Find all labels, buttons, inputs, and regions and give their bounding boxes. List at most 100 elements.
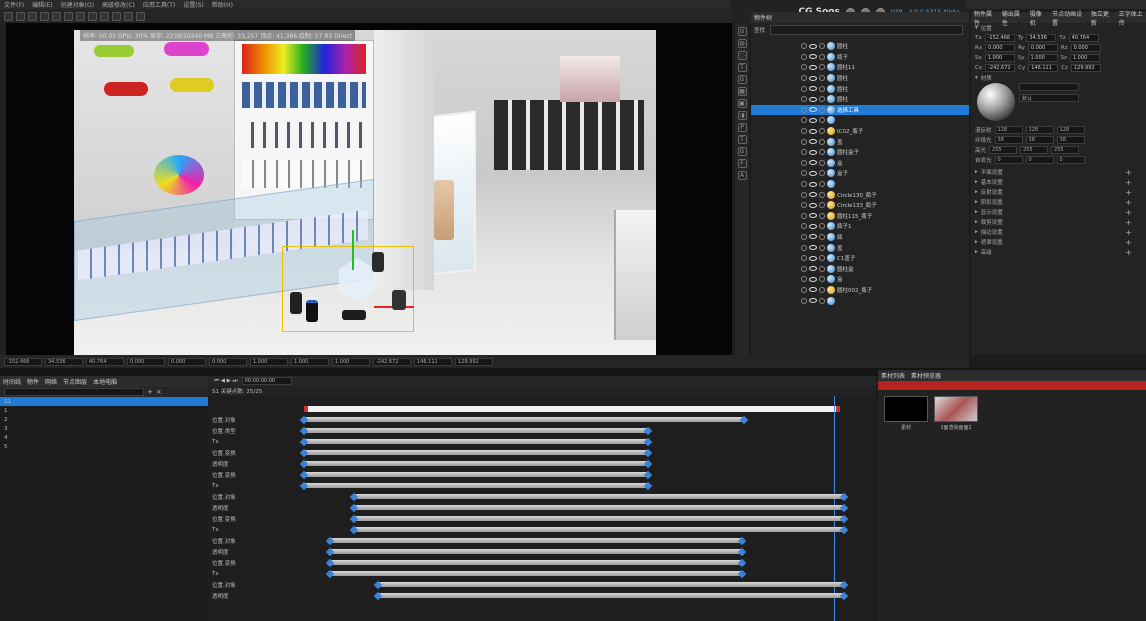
keyframe-bar[interactable] bbox=[354, 505, 844, 510]
eye-icon[interactable] bbox=[809, 234, 817, 240]
tree-row[interactable]: 圆柱 bbox=[751, 73, 969, 84]
transform-field[interactable]: 0.000 bbox=[127, 357, 165, 366]
pos-field[interactable]: 1.000 bbox=[984, 54, 1015, 62]
tool-icon-13[interactable]: A bbox=[737, 171, 747, 180]
eye-icon[interactable] bbox=[809, 266, 817, 272]
props-tab-3[interactable]: 节点动画设置 bbox=[1052, 9, 1085, 27]
property-group[interactable]: ▸ 裁剪设置 + bbox=[971, 217, 1146, 227]
rotate-tool-icon[interactable] bbox=[28, 11, 37, 21]
transform-field[interactable]: 40.764 bbox=[86, 357, 124, 366]
tool-icon-4[interactable]: T bbox=[737, 63, 747, 72]
transform-field[interactable]: 34.536 bbox=[45, 357, 83, 366]
property-group[interactable]: ▸ 阴影设置 + bbox=[971, 197, 1146, 207]
visibility-dot-icon[interactable] bbox=[801, 149, 807, 156]
pos-field[interactable]: -242.672 bbox=[985, 64, 1016, 72]
property-group[interactable]: ▸ 遮罩设置 + bbox=[971, 237, 1146, 247]
color-field[interactable]: 38 bbox=[994, 136, 1023, 144]
visibility-dot-icon[interactable] bbox=[801, 244, 807, 251]
lock-icon[interactable] bbox=[819, 117, 825, 124]
lock-icon[interactable] bbox=[819, 96, 825, 103]
tool-icon-11[interactable]: G bbox=[737, 147, 747, 156]
transform-field[interactable]: 0.000 bbox=[209, 357, 247, 366]
eye-icon[interactable] bbox=[809, 117, 817, 123]
tool-icon-10[interactable]: T bbox=[737, 135, 747, 144]
eye-icon[interactable] bbox=[809, 96, 817, 102]
color-field[interactable]: 0 bbox=[1056, 156, 1085, 164]
lock-icon[interactable] bbox=[819, 75, 825, 82]
timeline-tab-2[interactable]: 网络 bbox=[45, 377, 57, 386]
property-group[interactable]: ▸ 描边设置 + bbox=[971, 227, 1146, 237]
eye-icon[interactable] bbox=[809, 255, 817, 261]
menu-item-0[interactable]: 文件(F) bbox=[4, 0, 24, 9]
lock-icon[interactable] bbox=[819, 159, 825, 166]
lock-icon[interactable] bbox=[819, 276, 825, 283]
visibility-dot-icon[interactable] bbox=[801, 255, 807, 262]
transform-field[interactable]: 0.000 bbox=[168, 357, 206, 366]
visibility-dot-icon[interactable] bbox=[801, 286, 807, 293]
tree-row[interactable]: 圆柱115_瓶子 bbox=[751, 211, 969, 222]
visibility-dot-icon[interactable] bbox=[801, 128, 807, 135]
keyframe-bar[interactable] bbox=[330, 571, 742, 576]
tree-row[interactable]: 圆柱盒子 bbox=[751, 147, 969, 158]
lock-icon[interactable] bbox=[819, 138, 825, 145]
tree-row[interactable]: Circle133_瓶子 bbox=[751, 200, 969, 211]
visibility-dot-icon[interactable] bbox=[801, 138, 807, 145]
object-search-input[interactable] bbox=[770, 25, 963, 35]
lock-icon[interactable] bbox=[819, 181, 825, 188]
tree-row[interactable]: 瓶 bbox=[751, 232, 969, 243]
keyframe-bar[interactable] bbox=[304, 450, 648, 455]
eye-icon[interactable] bbox=[809, 245, 817, 251]
property-group[interactable]: ▸ 基本设置 + bbox=[971, 177, 1146, 187]
pos-field[interactable]: 0.000 bbox=[1070, 44, 1101, 52]
transform-field[interactable]: -242.672 bbox=[373, 357, 411, 366]
keyframe-bar[interactable] bbox=[354, 527, 844, 532]
tool-icon-1[interactable]: ⊙ bbox=[737, 27, 747, 36]
eye-icon[interactable] bbox=[809, 86, 817, 92]
tool-icon-5[interactable]: G bbox=[737, 75, 747, 84]
menu-item-1[interactable]: 编辑(E) bbox=[32, 0, 52, 9]
tree-row[interactable]: 盒 bbox=[751, 274, 969, 285]
lock-icon[interactable] bbox=[819, 212, 825, 219]
keyframe-bar[interactable] bbox=[304, 483, 648, 488]
pos-field[interactable]: 40.764 bbox=[1068, 34, 1099, 42]
visibility-dot-icon[interactable] bbox=[801, 212, 807, 219]
material-name-field[interactable] bbox=[1019, 83, 1079, 91]
property-group[interactable]: ▸ 反射设置 + bbox=[971, 187, 1146, 197]
tool-icon-6[interactable]: ▦ bbox=[737, 87, 747, 96]
lock-icon[interactable] bbox=[819, 286, 825, 293]
menu-item-5[interactable]: 设置(S) bbox=[183, 0, 204, 9]
tree-row[interactable]: C1盖子 bbox=[751, 253, 969, 264]
tree-row[interactable]: 圆柱11 bbox=[751, 62, 969, 73]
pos-field[interactable]: 1.000 bbox=[1027, 54, 1058, 62]
visibility-dot-icon[interactable] bbox=[801, 202, 807, 209]
tree-row[interactable] bbox=[751, 115, 969, 126]
timeline-tab-0[interactable]: 时间线 bbox=[3, 377, 21, 386]
visibility-dot-icon[interactable] bbox=[801, 191, 807, 198]
lock-icon[interactable] bbox=[819, 297, 825, 304]
visibility-dot-icon[interactable] bbox=[801, 43, 807, 50]
visibility-dot-icon[interactable] bbox=[801, 297, 807, 304]
material-section[interactable]: ▾ 材质 bbox=[971, 73, 1146, 83]
property-group[interactable]: ▸ 高级 + bbox=[971, 247, 1146, 257]
transform-field[interactable]: -152.466 bbox=[4, 357, 42, 366]
viewport-scene[interactable] bbox=[74, 30, 656, 355]
range-bar[interactable] bbox=[304, 406, 840, 412]
tree-row[interactable]: 圆柱 bbox=[751, 83, 969, 94]
tree-row[interactable]: 瓶子 bbox=[751, 52, 969, 63]
color-field[interactable]: 38 bbox=[1025, 136, 1054, 144]
lock-icon[interactable] bbox=[819, 149, 825, 156]
redo-icon[interactable] bbox=[112, 11, 121, 21]
color-field[interactable]: 128 bbox=[1056, 126, 1085, 134]
tool-icon-9[interactable]: P bbox=[737, 123, 747, 132]
select-tool-icon[interactable] bbox=[4, 11, 13, 21]
timeline-tab-4[interactable]: 本地电脑 bbox=[93, 377, 117, 386]
lock-icon[interactable] bbox=[819, 43, 825, 50]
lock-icon[interactable] bbox=[819, 85, 825, 92]
material-item[interactable]: 素材 bbox=[884, 396, 928, 431]
eye-icon[interactable] bbox=[809, 213, 817, 219]
pos-field[interactable]: 1.000 bbox=[1069, 54, 1100, 62]
eye-icon[interactable] bbox=[809, 128, 817, 134]
visibility-dot-icon[interactable] bbox=[801, 233, 807, 240]
eye-icon[interactable] bbox=[809, 287, 817, 293]
align-icon[interactable] bbox=[136, 11, 145, 21]
